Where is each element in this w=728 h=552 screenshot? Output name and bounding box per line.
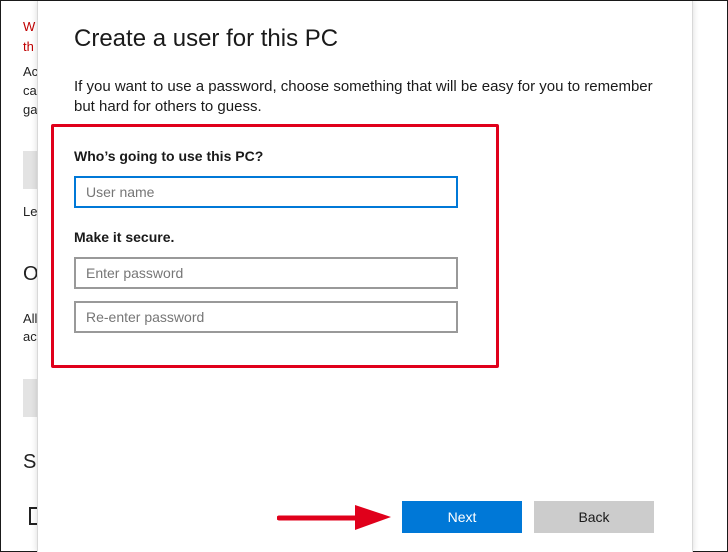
- arrow-right-icon: [277, 505, 391, 530]
- bg-text-fragment: Le: [23, 204, 38, 219]
- bg-text-fragment: All: [23, 311, 38, 326]
- secure-section-label: Make it secure.: [74, 229, 175, 245]
- bg-button-fragment: [23, 379, 37, 417]
- dialog-title: Create a user for this PC: [74, 25, 339, 52]
- bg-text-fragment: W: [23, 19, 36, 34]
- user-section-label: Who’s going to use this PC?: [74, 148, 264, 164]
- bg-text-fragment: th: [23, 39, 34, 54]
- bg-text-fragment: ca: [23, 83, 37, 98]
- bg-text-fragment: Ac: [23, 64, 39, 79]
- back-button[interactable]: Back: [534, 501, 654, 533]
- bg-button-fragment: [23, 151, 37, 189]
- bg-text-fragment: ac: [23, 329, 37, 344]
- password-input[interactable]: [74, 257, 458, 289]
- bg-icon-fragment: [29, 507, 37, 525]
- next-button[interactable]: Next: [402, 501, 522, 533]
- reenter-password-input[interactable]: [74, 301, 458, 333]
- dialog-description: If you want to use a password, choose so…: [74, 78, 653, 115]
- username-input[interactable]: [74, 176, 458, 208]
- create-user-dialog: Create a user for this PC If you want to…: [37, 1, 693, 552]
- bg-text-fragment: ga: [23, 102, 38, 117]
